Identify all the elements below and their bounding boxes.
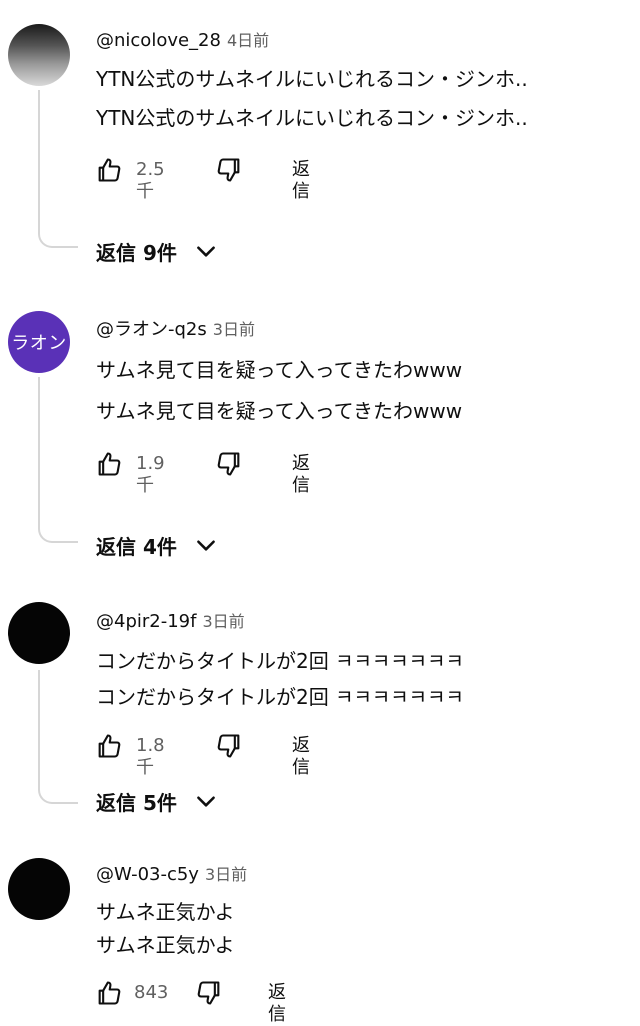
thumb-up-icon: [98, 452, 121, 476]
thread-line: [38, 90, 78, 248]
avatar[interactable]: [8, 602, 70, 664]
like-button[interactable]: [94, 978, 124, 1008]
comment-text-line: サムネ正気かよ: [96, 933, 235, 957]
thumb-down-icon: [217, 452, 240, 476]
comment-text-line: サムネ正気かよ: [96, 900, 235, 924]
comment-text-line: YTN公式のサムネイルにいじれるコン・ジンホ..: [96, 67, 528, 91]
timestamp: 3日前: [212, 320, 255, 339]
like-count: 843: [134, 982, 169, 1003]
thread-line: [38, 670, 78, 804]
avatar-initials: ラオン: [11, 333, 67, 354]
comment-text-line: サムネ見て目を疑って入ってきたわwww: [96, 399, 463, 423]
view-replies-button[interactable]: 返信 9件: [96, 236, 219, 266]
reply-button[interactable]: 返信: [292, 453, 310, 497]
dislike-button[interactable]: [194, 978, 224, 1008]
reply-button[interactable]: 返信: [292, 735, 310, 779]
dislike-button[interactable]: [214, 155, 244, 185]
avatar[interactable]: ラオン: [8, 311, 70, 373]
avatar[interactable]: [8, 24, 70, 86]
like-count: 1.8千: [136, 735, 165, 778]
view-replies-button[interactable]: 返信 5件: [96, 786, 219, 816]
author-handle[interactable]: @nicolove_28: [96, 30, 221, 51]
replies-count-label: 返信 9件: [96, 240, 177, 265]
comment-text-line: コンだからタイトルが2回 ㅋㅋㅋㅋㅋㅋㅋ: [96, 685, 464, 709]
author-handle[interactable]: @W-03-c5y: [96, 864, 199, 885]
author-handle[interactable]: @ラオン-q2s: [96, 319, 207, 340]
comment-meta: @4pir2-19f 3日前: [96, 611, 245, 633]
chevron-down-icon: [193, 238, 219, 264]
like-button[interactable]: [94, 449, 124, 479]
thumb-up-icon: [98, 158, 121, 182]
thumb-down-icon: [197, 981, 220, 1005]
comment-meta: @nicolove_28 4日前: [96, 30, 269, 52]
reply-button[interactable]: 返信: [292, 159, 310, 203]
replies-count-label: 返信 4件: [96, 534, 177, 559]
timestamp: 4日前: [226, 31, 270, 50]
timestamp: 3日前: [204, 865, 248, 884]
author-handle[interactable]: @4pir2-19f: [96, 611, 196, 632]
thumb-up-icon: [98, 734, 121, 758]
comment-text-line: サムネ見て目を疑って入ってきたわwww: [96, 358, 463, 382]
comment-meta: @W-03-c5y 3日前: [96, 864, 247, 886]
avatar[interactable]: [8, 858, 70, 920]
chevron-down-icon: [193, 788, 219, 814]
dislike-button[interactable]: [214, 449, 244, 479]
chevron-down-icon: [193, 532, 219, 558]
replies-count-label: 返信 5件: [96, 790, 177, 815]
like-button[interactable]: [94, 731, 124, 761]
view-replies-button[interactable]: 返信 4件: [96, 530, 219, 560]
like-count: 2.5千: [136, 159, 165, 202]
comment-meta: @ラオン-q2s 3日前: [96, 319, 255, 341]
thread-line: [38, 377, 78, 543]
thumb-up-icon: [98, 981, 121, 1005]
thumb-down-icon: [217, 734, 240, 758]
dislike-button[interactable]: [214, 731, 244, 761]
comment-text-line: コンだからタイトルが2回 ㅋㅋㅋㅋㅋㅋㅋ: [96, 649, 464, 673]
timestamp: 3日前: [202, 612, 245, 631]
reply-button[interactable]: 返信: [268, 982, 286, 1026]
like-button[interactable]: [94, 155, 124, 185]
thumb-down-icon: [217, 158, 240, 182]
comment-text-line: YTN公式のサムネイルにいじれるコン・ジンホ..: [96, 106, 528, 130]
like-count: 1.9千: [136, 453, 165, 496]
